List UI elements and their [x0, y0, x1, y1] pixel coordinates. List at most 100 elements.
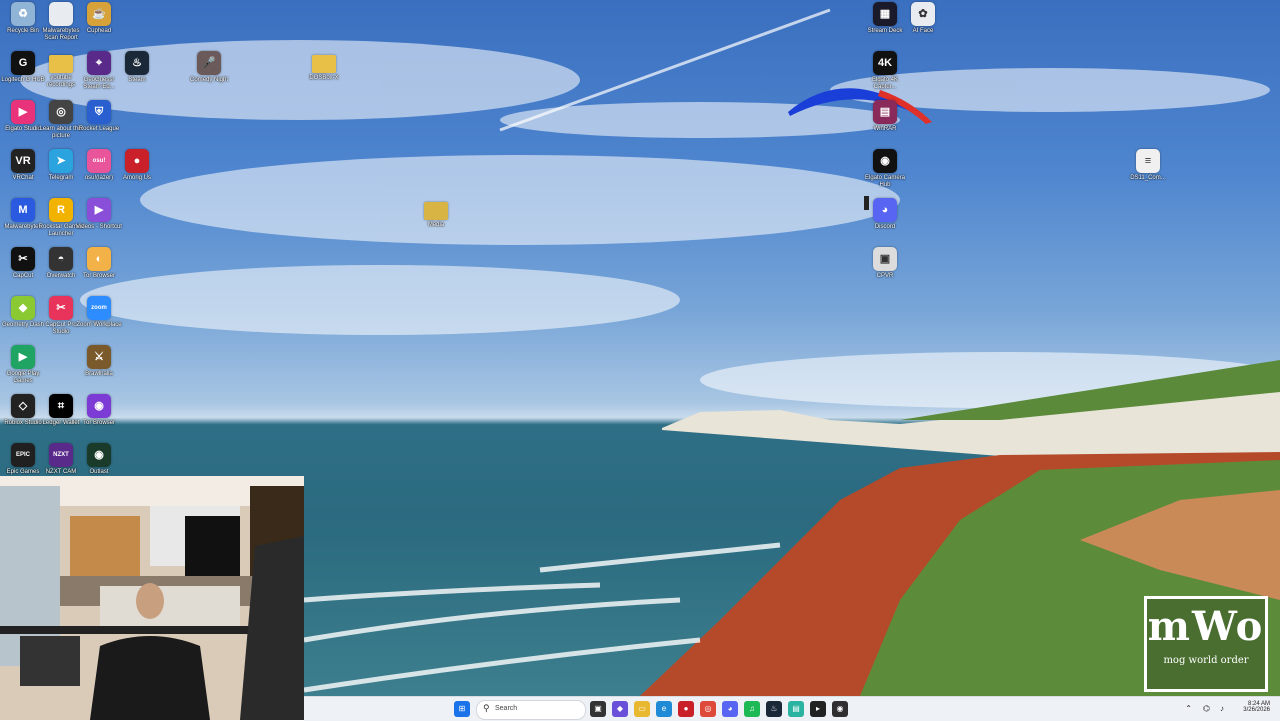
desktop-icon-label: Elgato 4K Captur...: [871, 77, 899, 90]
watermark-subtitle: mog world order: [1163, 655, 1249, 666]
desktop-icon[interactable]: ▤ WinRAR: [862, 100, 908, 146]
desktop-icon[interactable]: ● Among Us: [114, 149, 160, 195]
spotify-icon[interactable]: ♫: [744, 701, 760, 717]
volume-icon[interactable]: ♪: [1220, 704, 1224, 713]
desktop-icon-label: AI Face: [912, 28, 934, 34]
geometry-dash-icon: ◆: [11, 296, 35, 320]
elgato-camera-hub-icon: ◉: [873, 149, 897, 173]
capcut-icon: ✂: [11, 247, 35, 271]
desktop-icon-label: Rocket League: [78, 126, 120, 132]
desktop-icon[interactable]: ≡ DS11_Com...: [1125, 149, 1171, 195]
rocket-league-icon: ⛨: [87, 100, 111, 124]
desktop-icon[interactable]: Media: [413, 198, 459, 244]
desktop-icon-label: Videos - Shortcut: [76, 224, 122, 230]
folder-icon: [312, 55, 336, 73]
google-play-games-icon: ▶: [11, 345, 35, 369]
desktop-icon[interactable]: zoom Zoom Workplace: [76, 296, 122, 342]
watermark-logo-text: mWo: [1147, 603, 1265, 650]
desktop-icon-label: Tor Browser: [82, 420, 115, 426]
desktop-icon[interactable]: ◐ Tor Browser: [76, 247, 122, 293]
desktop-icon[interactable]: ◉ Elgato Camera Hub: [862, 149, 908, 195]
winrar-icon: ▤: [873, 100, 897, 124]
roblox-studio-icon: ◇: [11, 394, 35, 418]
desktop-icon-label: CPVR: [876, 273, 894, 279]
desktop-icon[interactable]: DOSBox-X: [301, 51, 347, 97]
recording-app-icon[interactable]: ●: [678, 701, 694, 717]
desktop-icon[interactable]: ♨ Steam: [114, 51, 160, 97]
document-icon: [49, 2, 73, 26]
recycle-bin-icon: ♻: [11, 2, 35, 26]
desktop-icon-label: DS11_Com...: [1130, 175, 1166, 181]
desktop-icon[interactable]: ▶ Videos - Shortcut: [76, 198, 122, 244]
geoguessr-icon: ⌖: [87, 51, 111, 75]
ai-face-icon: ✿: [911, 2, 935, 26]
network-icon[interactable]: ⌬: [1203, 704, 1210, 713]
telegram-icon: ➤: [49, 149, 73, 173]
steam-icon: ♨: [125, 51, 149, 75]
desktop-icon[interactable]: ✿ AI Face: [900, 2, 946, 48]
desktop-icon-label: Steam: [128, 77, 146, 83]
terminal-icon[interactable]: ▸: [810, 701, 826, 717]
desktop-icon-label: Discord: [874, 224, 896, 230]
logitech-ghub-icon: G: [11, 51, 35, 75]
discord-taskbar-icon[interactable]: ◕: [722, 701, 738, 717]
webcam-feed: [0, 476, 304, 720]
clock[interactable]: 8:24 AM 3/26/2026: [1226, 701, 1270, 713]
taskbar-search-box[interactable]: ⚲ Search: [476, 700, 586, 720]
task-view-icon[interactable]: ▣: [590, 701, 606, 717]
desktop-icon[interactable]: 4K Elgato 4K Captur...: [862, 51, 908, 97]
notepad-icon[interactable]: ▤: [788, 701, 804, 717]
vrchat-icon: VR: [11, 149, 35, 173]
search-placeholder: Search: [495, 705, 518, 712]
desktop-icon[interactable]: ☕ Cuphead: [76, 2, 122, 48]
tor-browser-icon: ◐: [87, 247, 111, 271]
overwatch-icon: ◓: [49, 247, 73, 271]
file-explorer-icon[interactable]: ▭: [634, 701, 650, 717]
comedy-night-icon: 🎤: [197, 51, 221, 75]
desktop-icon[interactable]: ⛨ Rocket League: [76, 100, 122, 146]
mwo-watermark: mWo mog world order: [1144, 596, 1268, 692]
desktop-icon[interactable]: ⚔ Brawlhalla: [76, 345, 122, 391]
outlast-icon: ◉: [87, 443, 111, 467]
desktop-icon-label: Cuphead: [86, 28, 112, 34]
search-icon: ⚲: [483, 703, 490, 713]
desktop-icon-label: Comedy Night: [189, 77, 228, 83]
stream-deck-icon: ▦: [873, 2, 897, 26]
taskbar: ⊞☘▣◆▭e●◎◕♫♨▤▸◉ ⚲ Search ⌃ ⌬ ♪ 8:24 AM 3/…: [304, 696, 1280, 721]
epic-games-icon: EPIC: [11, 443, 35, 467]
brawlhalla-icon: ⚔: [87, 345, 111, 369]
among-us-icon: ●: [125, 149, 149, 173]
cuphead-icon: ☕: [87, 2, 111, 26]
copilot-icon[interactable]: ◆: [612, 701, 628, 717]
desktop-icon-label: Outlast: [89, 469, 109, 475]
desktop-icon-label: Google Play Games: [6, 371, 40, 384]
nzxt-cam-icon: NZXT: [49, 443, 73, 467]
ledger-icon: ⌗: [49, 394, 73, 418]
desktop-icon[interactable]: ▶ Google Play Games: [0, 345, 46, 391]
chrome-icon[interactable]: ◎: [700, 701, 716, 717]
desktop-icon[interactable]: ◉ Tor Browser: [76, 394, 122, 440]
osu-icon: osu!: [87, 149, 111, 173]
desktop-icon[interactable]: ▣ CPVR: [862, 247, 908, 293]
desktop-icon[interactable]: ◕ Discord: [862, 198, 908, 244]
cpvr-icon: ▣: [873, 247, 897, 271]
desktop-icon[interactable]: 🎤 Comedy Night: [186, 51, 232, 97]
tray-chevron-icon[interactable]: ⌃: [1185, 704, 1192, 713]
obs-icon[interactable]: ◉: [832, 701, 848, 717]
desktop-icon-label: WinRAR: [873, 126, 897, 132]
windows-start-icon[interactable]: ⊞: [454, 701, 470, 717]
edge-icon[interactable]: e: [656, 701, 672, 717]
discord-icon: ◕: [873, 198, 897, 222]
desktop-icon-label: Elgato Camera Hub: [864, 175, 906, 188]
malwarebytes-icon: M: [11, 198, 35, 222]
clock-date: 3/26/2026: [1243, 707, 1270, 713]
zoom-icon: zoom: [87, 296, 111, 320]
media-folder-icon: [424, 202, 448, 220]
desktop-icon-label: Tor Browser: [82, 273, 115, 279]
steam-taskbar-icon[interactable]: ♨: [766, 701, 782, 717]
desktop-icon-label: Media: [427, 222, 445, 228]
folder-icon: [49, 55, 73, 73]
tor-icon: ◉: [87, 394, 111, 418]
desktop-icon-label: Among Us: [122, 175, 151, 181]
desktop-icon-label: DOSBox-X: [309, 75, 339, 81]
